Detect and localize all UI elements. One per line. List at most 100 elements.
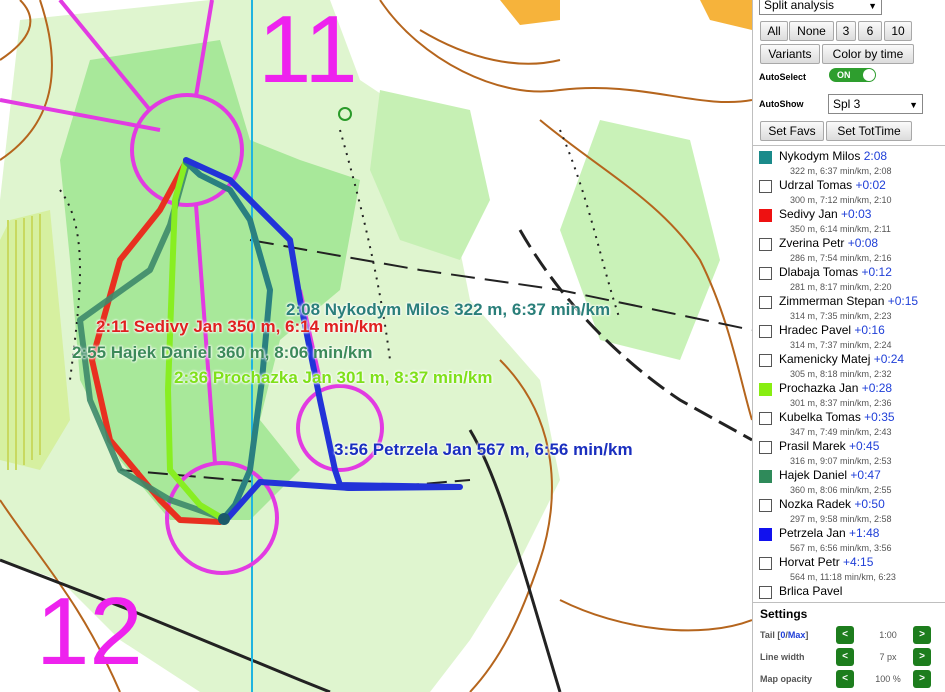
none-button[interactable]: None: [789, 21, 834, 41]
map-opacity-setting: Map opacity < 100 % >: [760, 670, 945, 690]
map-opacity-decrease-button[interactable]: <: [836, 670, 854, 688]
runner-row[interactable]: Dlabaja Tomas +0:12 281 m, 8:17 min/km, 2…: [759, 265, 944, 294]
runner-checkbox[interactable]: [759, 499, 772, 512]
runner-name-text: Sedivy Jan: [779, 207, 838, 221]
runner-row[interactable]: Zverina Petr +0:08 286 m, 7:54 min/km, 2:…: [759, 236, 944, 265]
runner-row[interactable]: Hradec Pavel +0:16 314 m, 7:37 min/km, 2:…: [759, 323, 944, 352]
runner-checkbox[interactable]: [759, 557, 772, 570]
runner-detail: 322 m, 6:37 min/km, 2:08: [790, 166, 892, 176]
analysis-select[interactable]: Split analysis ▼: [759, 0, 882, 15]
analysis-select-value: Split analysis: [764, 0, 835, 12]
runner-checkbox[interactable]: [759, 238, 772, 251]
runner-time: +0:24: [873, 352, 905, 366]
runner-name-text: Kubelka Tomas: [779, 410, 861, 424]
runner-checkbox[interactable]: [759, 209, 772, 222]
map-opacity-increase-button[interactable]: >: [913, 670, 931, 688]
line-width-value: 7 px: [879, 652, 897, 662]
runner-time: +0:02: [855, 178, 886, 192]
runner-name-text: Hajek Daniel: [779, 468, 848, 482]
runner-detail: 314 m, 7:35 min/km, 2:23: [790, 311, 892, 321]
runner-checkbox[interactable]: [759, 528, 772, 541]
runner-name: Nozka Radek +0:50: [779, 497, 885, 511]
runner-detail: 567 m, 6:56 min/km, 3:56: [790, 543, 892, 553]
autoshow-label: AutoShow: [759, 99, 804, 109]
runner-detail: 347 m, 7:49 min/km, 2:43: [790, 427, 892, 437]
runner-detail: 286 m, 7:54 min/km, 2:16: [790, 253, 892, 263]
line-width-setting: Line width < 7 px >: [760, 648, 945, 668]
runner-time: +0:50: [854, 497, 885, 511]
runner-detail: 360 m, 8:06 min/km, 2:55: [790, 485, 892, 495]
tail-max-link[interactable]: Max: [788, 630, 806, 640]
route-label-petrzela: 3:56 Petrzela Jan 567 m, 6:56 min/km: [334, 440, 633, 459]
runner-row[interactable]: Prochazka Jan +0:28 301 m, 8:37 min/km, 2…: [759, 381, 944, 410]
runner-name: Prasil Marek +0:45: [779, 439, 879, 453]
runner-name: Hradec Pavel +0:16: [779, 323, 885, 337]
runner-row[interactable]: Kubelka Tomas +0:35 347 m, 7:49 min/km, 2…: [759, 410, 944, 439]
runner-row[interactable]: Hajek Daniel +0:47 360 m, 8:06 min/km, 2:…: [759, 468, 944, 497]
autoshow-select-value: Spl 3: [833, 97, 861, 111]
runner-name: Kamenicky Matej +0:24: [779, 352, 904, 366]
runner-row[interactable]: Petrzela Jan +1:48 567 m, 6:56 min/km, 3:…: [759, 526, 944, 555]
top-3-button[interactable]: 3: [836, 21, 856, 41]
runner-name: Udrzal Tomas +0:02: [779, 178, 886, 192]
tail-setting: Tail [0/Max] < 1:00 >: [760, 626, 945, 646]
runner-checkbox[interactable]: [759, 441, 772, 454]
runner-detail: 297 m, 9:58 min/km, 2:58: [790, 514, 892, 524]
runner-time: +1:48: [849, 526, 880, 540]
runner-checkbox[interactable]: [759, 325, 772, 338]
runner-name: Horvat Petr +4:15: [779, 555, 873, 569]
runner-row[interactable]: Nozka Radek +0:50 297 m, 9:58 min/km, 2:5…: [759, 497, 944, 526]
set-tottime-button[interactable]: Set TotTime: [826, 121, 912, 141]
runner-name: Prochazka Jan +0:28: [779, 381, 892, 395]
set-favs-button[interactable]: Set Favs: [760, 121, 824, 141]
route-label-prochazka: 2:36 Prochazka Jan 301 m, 8:37 min/km: [174, 368, 493, 387]
runner-name-text: Petrzela Jan: [779, 526, 846, 540]
runner-time: +4:15: [843, 555, 874, 569]
runner-name: Zimmerman Stepan +0:15: [779, 294, 918, 308]
runner-row[interactable]: Kamenicky Matej +0:24 305 m, 8:18 min/km,…: [759, 352, 944, 381]
line-width-increase-button[interactable]: >: [913, 648, 931, 666]
runner-checkbox[interactable]: [759, 412, 772, 425]
orienteering-map[interactable]: 11 12 2:08 Nykodym Milos 322 m, 6:37 min…: [0, 0, 752, 692]
top-6-button[interactable]: 6: [858, 21, 882, 41]
dropdown-arrow-icon: ▼: [909, 100, 918, 110]
runner-checkbox[interactable]: [759, 586, 772, 599]
tail-increase-button[interactable]: >: [913, 626, 931, 644]
line-width-decrease-button[interactable]: <: [836, 648, 854, 666]
runner-name: Nykodym Milos 2:08: [779, 149, 887, 163]
autoshow-select[interactable]: Spl 3 ▼: [828, 94, 923, 114]
runner-name: Kubelka Tomas +0:35: [779, 410, 895, 424]
runner-name: Zverina Petr +0:08: [779, 236, 878, 250]
runner-time: +0:35: [864, 410, 895, 424]
runner-time: +0:16: [854, 323, 885, 337]
top-10-button[interactable]: 10: [884, 21, 912, 41]
runner-checkbox[interactable]: [759, 383, 772, 396]
autoselect-toggle[interactable]: ON: [829, 68, 876, 82]
runner-checkbox[interactable]: [759, 180, 772, 193]
runner-time: 2:08: [863, 149, 888, 163]
runner-detail: 305 m, 8:18 min/km, 2:32: [790, 369, 892, 379]
runner-row[interactable]: Zimmerman Stepan +0:15 314 m, 7:35 min/km…: [759, 294, 944, 323]
all-button[interactable]: All: [760, 21, 788, 41]
tail-decrease-button[interactable]: <: [836, 626, 854, 644]
runner-row[interactable]: Prasil Marek +0:45 316 m, 9:07 min/km, 2:…: [759, 439, 944, 468]
divider: [753, 145, 945, 146]
runner-checkbox[interactable]: [759, 151, 772, 164]
runner-row[interactable]: Nykodym Milos 2:08 322 m, 6:37 min/km, 2:…: [759, 149, 944, 178]
runner-row[interactable]: Sedivy Jan +0:03 350 m, 6:14 min/km, 2:11: [759, 207, 944, 236]
runner-checkbox[interactable]: [759, 470, 772, 483]
runner-checkbox[interactable]: [759, 267, 772, 280]
runner-detail: 281 m, 8:17 min/km, 2:20: [790, 282, 892, 292]
runner-name-text: Dlabaja Tomas: [779, 265, 859, 279]
runner-row[interactable]: Horvat Petr +4:15 564 m, 11:18 min/km, 6:…: [759, 555, 944, 584]
runner-name-text: Horvat Petr: [779, 555, 840, 569]
runner-checkbox[interactable]: [759, 354, 772, 367]
runner-time: +0:15: [887, 294, 919, 308]
runner-checkbox[interactable]: [759, 296, 772, 309]
variants-button[interactable]: Variants: [760, 44, 820, 64]
route-label-hajek: 2:55 Hajek Daniel 360 m, 8:06 min/km: [72, 343, 373, 362]
color-by-time-button[interactable]: Color by time: [822, 44, 914, 64]
runner-row[interactable]: Udrzal Tomas +0:02 300 m, 7:12 min/km, 2:…: [759, 178, 944, 207]
runner-detail: 314 m, 7:37 min/km, 2:24: [790, 340, 892, 350]
tail-label: Tail [0/Max]: [760, 630, 808, 640]
